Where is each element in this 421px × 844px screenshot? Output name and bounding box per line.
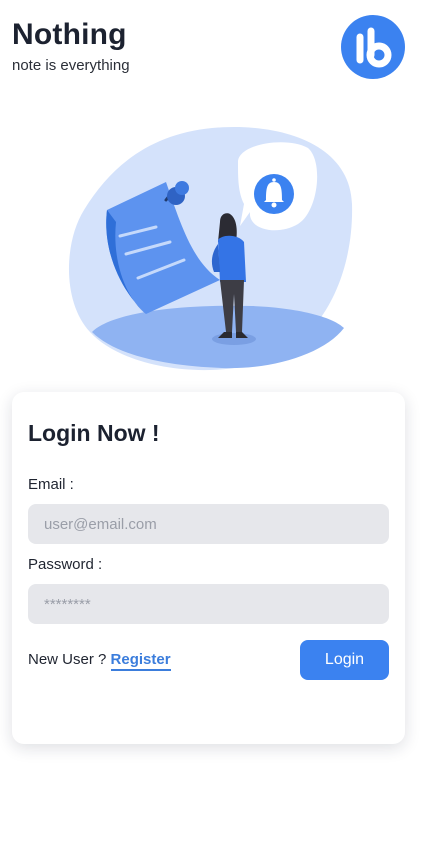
app-subtitle: note is everything — [12, 57, 130, 74]
brand-logo-icon — [341, 15, 405, 79]
login-title: Login Now ! — [28, 420, 160, 446]
app-title: Nothing — [12, 18, 127, 51]
pinned-note-notification-illustration — [68, 126, 353, 371]
login-button[interactable]: Login — [300, 640, 389, 680]
register-link[interactable]: Register — [110, 651, 171, 671]
new-user-text: New User ? — [28, 651, 107, 668]
password-label: Password : — [28, 556, 103, 573]
new-user-row: New User ? Register — [28, 651, 171, 671]
email-field[interactable] — [28, 504, 389, 544]
password-field[interactable] — [28, 584, 389, 624]
login-card: Login Now ! Email : Password : New User … — [12, 392, 405, 744]
login-page: Nothing note is everything Login Now ! E… — [0, 0, 421, 844]
email-label: Email : — [28, 476, 74, 493]
